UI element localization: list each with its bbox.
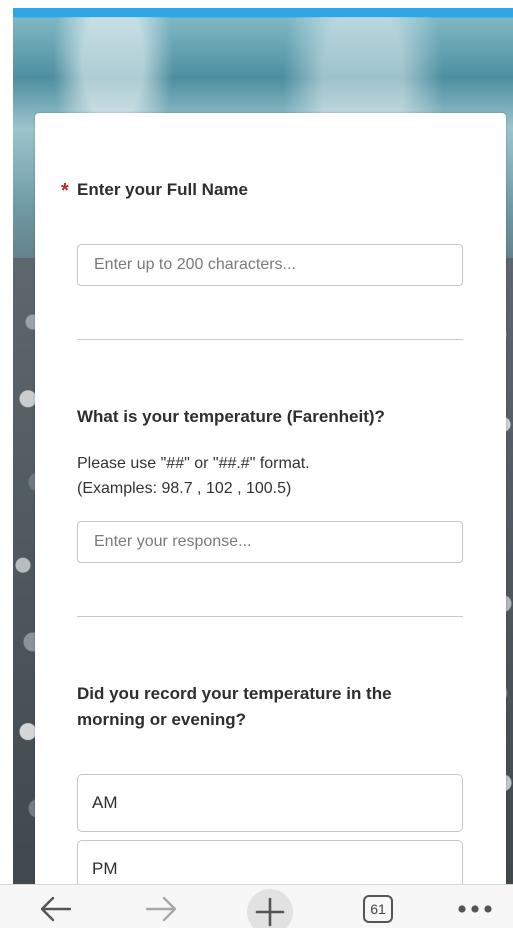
temperature-input[interactable] (77, 521, 463, 563)
form-card: * Enter your Full Name What is your temp… (35, 113, 506, 886)
browser-toolbar: 61 (0, 884, 513, 928)
question-temperature-title: What is your temperature (Farenheit)? (77, 407, 385, 426)
tabs-icon: 61 (363, 895, 393, 923)
question-divider (77, 616, 463, 617)
choice-option-pm[interactable]: PM (77, 840, 463, 886)
arrow-left-icon (40, 896, 72, 922)
choice-option-am[interactable]: AM (77, 774, 463, 832)
more-menu-button[interactable] (455, 889, 495, 928)
tab-count: 61 (370, 901, 386, 917)
temperature-format-hint: Please use "##" or "##.#" format. (77, 455, 310, 472)
plus-icon (255, 897, 285, 927)
required-asterisk: * (61, 180, 69, 202)
full-name-input[interactable] (77, 244, 463, 286)
tabs-button[interactable]: 61 (361, 889, 395, 928)
forward-button[interactable] (141, 889, 183, 928)
temperature-examples-hint: (Examples: 98.7 , 102 , 100.5) (77, 480, 292, 497)
screen: * Enter your Full Name What is your temp… (0, 0, 513, 928)
top-accent-bar (13, 8, 513, 17)
more-dots-icon (458, 905, 492, 913)
new-tab-circle (247, 889, 293, 928)
question-full-name-title: Enter your Full Name (77, 180, 248, 199)
question-time-of-day-title: Did you record your temperature in the m… (77, 684, 392, 729)
question-divider (77, 339, 463, 340)
new-tab-button[interactable] (246, 889, 294, 928)
back-button[interactable] (34, 889, 76, 928)
arrow-right-icon (145, 896, 177, 922)
